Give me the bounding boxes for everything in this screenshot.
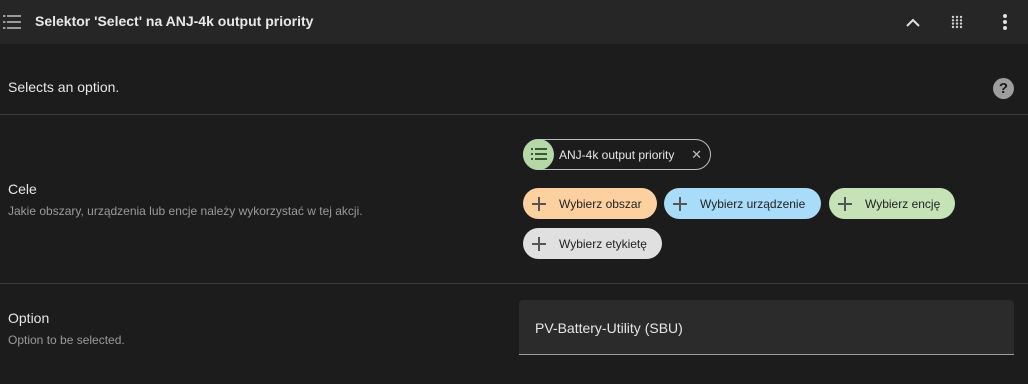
list-icon (523, 138, 554, 170)
close-icon[interactable]: ✕ (691, 147, 702, 163)
collapse-button[interactable] (899, 8, 927, 36)
plus-icon (673, 196, 687, 211)
divider (0, 283, 1028, 284)
list-icon (3, 13, 21, 31)
drag-handle-button[interactable] (943, 8, 971, 36)
more-options-button[interactable] (991, 8, 1019, 36)
targets-title: Cele (8, 181, 37, 197)
selected-entity-chip[interactable]: ANJ-4k output priority ✕ (523, 138, 711, 170)
choose-label-label: Wybierz etykietę (559, 236, 647, 251)
choose-area-button[interactable]: Wybierz obszar (523, 188, 657, 219)
choose-entity-button[interactable]: Wybierz encję (829, 188, 955, 219)
option-select-field[interactable]: PV-Battery-Utility (SBU) (519, 300, 1014, 355)
plus-icon (838, 196, 852, 211)
help-icon[interactable]: ? (993, 78, 1014, 99)
choose-entity-label: Wybierz encję (865, 196, 941, 211)
choose-device-label: Wybierz urządzenie (700, 196, 806, 211)
targets-subtitle: Jakie obszary, urządzenia lub encje nale… (8, 204, 363, 218)
card-header: Selektor 'Select' na ANJ-4k output prior… (0, 0, 1028, 44)
option-title: Option (8, 310, 50, 326)
chevron-up-icon (906, 18, 920, 27)
option-subtitle: Option to be selected. (8, 333, 125, 347)
drag-handle-icon (951, 15, 963, 29)
option-selected-value: PV-Battery-Utility (SBU) (535, 320, 683, 336)
choose-device-button[interactable]: Wybierz urządzenie (664, 188, 821, 219)
action-description: Selects an option. (8, 79, 120, 95)
choose-label-button[interactable]: Wybierz etykietę (523, 228, 662, 259)
divider (0, 114, 1028, 115)
card-title: Selektor 'Select' na ANJ-4k output prior… (35, 13, 314, 29)
plus-icon (532, 236, 546, 251)
plus-icon (532, 196, 546, 211)
choose-area-label: Wybierz obszar (559, 196, 642, 211)
more-vert-icon (1003, 14, 1007, 30)
selected-entity-label: ANJ-4k output priority (559, 147, 675, 162)
